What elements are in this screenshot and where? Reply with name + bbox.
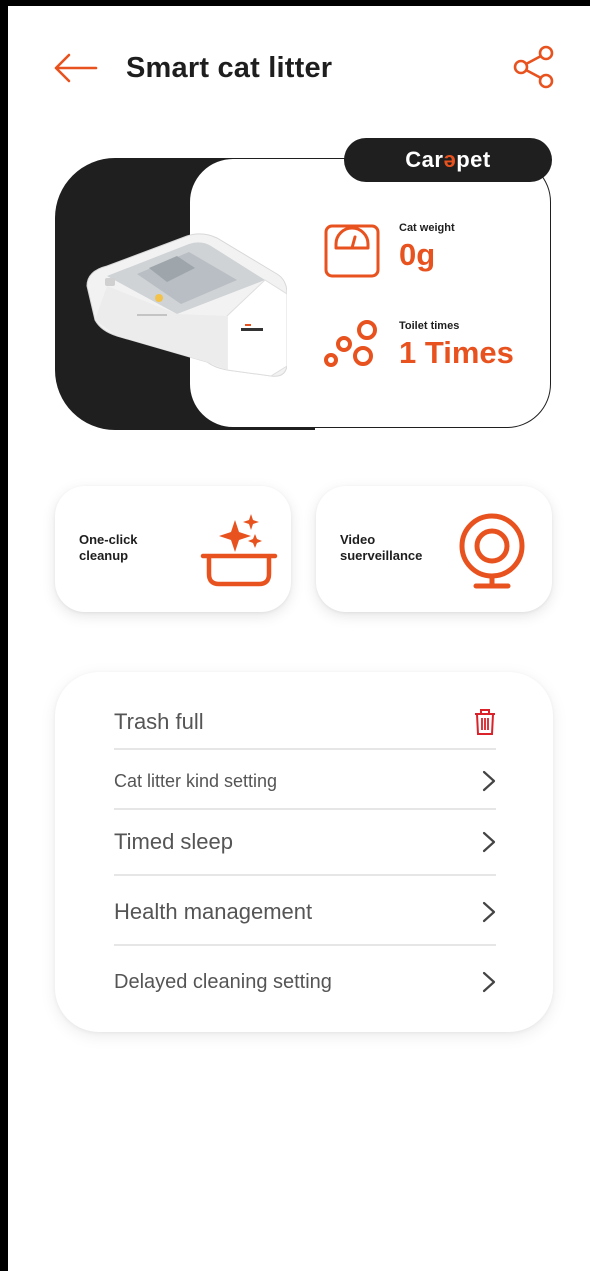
litter-box-image (86, 233, 287, 377)
arrow-left-icon (54, 53, 98, 83)
cat-weight-label: Cat weight (399, 222, 455, 234)
device-status-card: Car ə pet Cat weight 0g Toilet times 1 Tim… (55, 138, 553, 430)
divider (114, 874, 496, 876)
toilet-times-value: 1 Times (399, 335, 514, 370)
divider (114, 748, 496, 750)
camera-icon (459, 513, 525, 589)
back-button[interactable] (52, 48, 102, 88)
cat-weight-stat: Cat weight 0g (399, 222, 455, 272)
trash-full-row[interactable]: Trash full (114, 704, 496, 740)
delayed-cleaning-setting-label: Delayed cleaning setting (114, 970, 332, 993)
video-surveillance-button[interactable]: Video suerveillance (316, 486, 552, 612)
delayed-cleaning-setting-row[interactable]: Delayed cleaning setting (114, 964, 496, 1000)
window-top-border (0, 0, 590, 6)
video-surveillance-label: Video suerveillance (340, 532, 423, 563)
sparkle-basin-icon (200, 514, 278, 587)
trash-full-label: Trash full (114, 709, 204, 734)
one-click-cleanup-label: One-click cleanup (79, 532, 138, 563)
share-button[interactable] (510, 44, 558, 90)
divider (114, 944, 496, 946)
brand-logo-accent: ə (443, 147, 457, 172)
health-management-row[interactable]: Health management (114, 894, 496, 930)
trash-icon (475, 709, 495, 735)
scale-icon (324, 224, 380, 278)
cat-weight-value: 0g (399, 237, 436, 272)
brand-logo-prefix: Car (405, 147, 444, 172)
divider (114, 808, 496, 810)
share-icon (513, 45, 554, 89)
toilet-times-label: Toilet times (399, 320, 460, 332)
chevron-right-icon (482, 971, 496, 993)
brand-logo-suffix: pet (456, 147, 491, 172)
toilet-times-stat: Toilet times 1 Times (399, 320, 514, 370)
cat-litter-kind-setting-label: Cat litter kind setting (114, 770, 278, 791)
timed-sleep-row[interactable]: Timed sleep (114, 824, 496, 860)
timed-sleep-label: Timed sleep (114, 829, 234, 854)
one-click-cleanup-button[interactable]: One-click cleanup (55, 486, 291, 612)
settings-list: Trash full Cat litter kind setting Timed… (55, 672, 553, 1032)
cat-litter-kind-setting-row[interactable]: Cat litter kind setting (114, 764, 496, 798)
brand-logo: Car ə pet (344, 138, 552, 182)
health-management-label: Health management (114, 899, 313, 924)
chevron-right-icon (482, 831, 496, 853)
page-title: Smart cat litter (126, 52, 333, 84)
chevron-right-icon (482, 770, 496, 792)
toilet-balls-icon (324, 320, 377, 367)
window-left-border (0, 0, 8, 1271)
chevron-right-icon (482, 901, 496, 923)
